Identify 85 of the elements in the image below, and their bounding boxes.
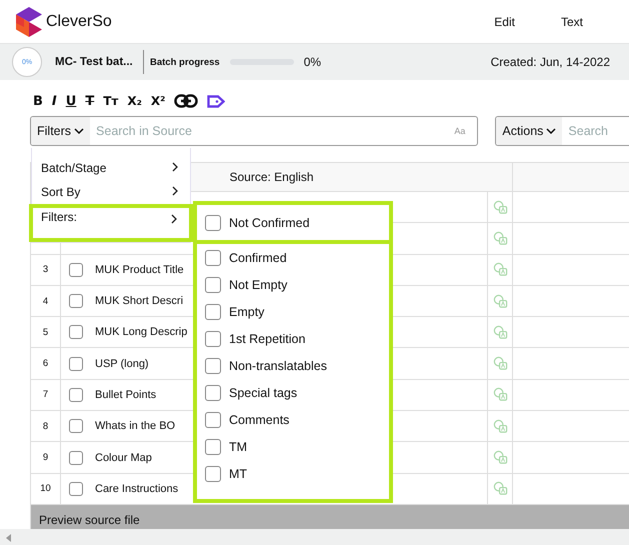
filter-label: Comments	[229, 412, 290, 426]
source-text: Care Instructions	[95, 482, 178, 495]
scroll-left-icon[interactable]	[6, 534, 11, 542]
filter-checkbox[interactable]	[205, 438, 221, 454]
actions-dropdown[interactable]: Actions	[496, 117, 562, 145]
filter-option[interactable]: Confirmed	[205, 244, 381, 271]
filters-dropdown[interactable]: Filters	[31, 117, 90, 145]
filter-label: Non-translatables	[229, 358, 327, 372]
source-text: Whats in the BO	[95, 420, 176, 432]
filter-checkbox[interactable]	[205, 214, 221, 230]
chevron-icon	[172, 162, 178, 172]
filter-checkbox[interactable]	[205, 304, 221, 320]
menu-item[interactable]: Filters:	[29, 204, 193, 242]
filter-checkbox[interactable]	[205, 250, 221, 266]
row-checkbox[interactable]	[69, 388, 83, 402]
filter-option[interactable]: Empty	[205, 298, 381, 325]
filter-option[interactable]: Non-translatables	[205, 352, 381, 379]
row-checkbox[interactable]	[69, 262, 83, 277]
created-date: Created: Jun, 14-2022	[490, 55, 610, 69]
row-checkbox[interactable]	[69, 482, 83, 496]
row-number: 7	[42, 389, 48, 400]
horizontal-scrollbar[interactable]	[0, 528, 629, 545]
progress-label: Batch progress	[150, 56, 220, 68]
row-checkbox[interactable]	[69, 294, 83, 308]
preview-bar[interactable]: Preview source file	[31, 504, 629, 529]
format-button[interactable]: X₂	[127, 95, 142, 107]
link-icon[interactable]	[174, 94, 198, 108]
format-button[interactable]: T	[85, 94, 94, 108]
row-checkbox[interactable]	[69, 450, 83, 465]
chevron-icon	[171, 214, 177, 224]
format-button[interactable]: I	[52, 94, 57, 108]
row-number: 6	[42, 358, 48, 370]
row-number: 9	[42, 452, 48, 464]
filter-checkbox[interactable]	[205, 384, 221, 400]
tag-icon[interactable]	[207, 94, 226, 108]
filter-option[interactable]: MT	[205, 460, 381, 487]
source-text: MUK Product Title	[95, 264, 184, 276]
search-field[interactable]: Filters Search in Source Aa	[30, 116, 478, 146]
row-number: 4	[42, 296, 48, 307]
source-text: MUK Short Descri	[95, 295, 184, 308]
brand-name: CleverSo	[46, 12, 112, 30]
source-text: Bullet Points	[95, 388, 156, 401]
filter-label: MT	[229, 466, 248, 480]
nav-link[interactable]: Edit	[494, 14, 515, 28]
preview-link[interactable]: Preview source file	[39, 512, 140, 527]
filter-checkbox[interactable]	[205, 466, 221, 482]
batch-name: MC- Test bat...	[55, 56, 134, 68]
filter-option[interactable]: Comments	[205, 406, 381, 433]
source-text: USP (long)	[95, 358, 149, 370]
row-checkbox[interactable]	[69, 325, 83, 340]
filter-option[interactable]: TM	[205, 433, 381, 460]
filter-checkbox[interactable]	[205, 276, 221, 292]
filter-label: Empty	[229, 304, 264, 318]
filter-checkbox[interactable]	[205, 330, 221, 346]
filter-label: 1st Repetition	[229, 332, 306, 346]
filter-label: Not Empty	[229, 278, 288, 292]
format-button[interactable]: U	[66, 94, 76, 108]
format-button[interactable]: B	[33, 94, 43, 108]
row-number: 5	[42, 326, 48, 338]
chevron-icon	[172, 186, 178, 196]
progress-value: 0%	[304, 55, 322, 69]
filter-label: Special tags	[229, 386, 298, 400]
target-search-field[interactable]: Actions Search	[495, 116, 629, 146]
filter-option[interactable]: Not Empty	[205, 271, 381, 298]
filter-label: Not Confirmed	[229, 216, 310, 230]
filter-option[interactable]: Not Confirmed	[205, 209, 381, 236]
logo-icon	[16, 6, 42, 36]
format-button[interactable]: X²	[150, 95, 166, 107]
row-number: 3	[42, 264, 48, 276]
caret-icon	[74, 128, 84, 134]
format-button[interactable]: Tт	[103, 95, 118, 107]
row-checkbox[interactable]	[69, 419, 83, 434]
filter-checkbox[interactable]	[205, 358, 221, 374]
filter-option[interactable]: Special tags	[205, 379, 381, 406]
caret-icon	[546, 128, 556, 134]
row-number: 10	[40, 483, 51, 494]
filter-option[interactable]: 1st Repetition	[205, 325, 381, 352]
filter-label: TM	[229, 440, 248, 454]
row-number: 8	[42, 420, 48, 432]
source-text: Colour Map	[95, 452, 152, 464]
row-checkbox[interactable]	[69, 356, 83, 371]
source-text: MUK Long Descrip	[95, 326, 188, 338]
filter-checkbox[interactable]	[205, 412, 221, 428]
filter-label: Confirmed	[229, 250, 287, 264]
nav-link[interactable]: Text	[560, 14, 583, 28]
